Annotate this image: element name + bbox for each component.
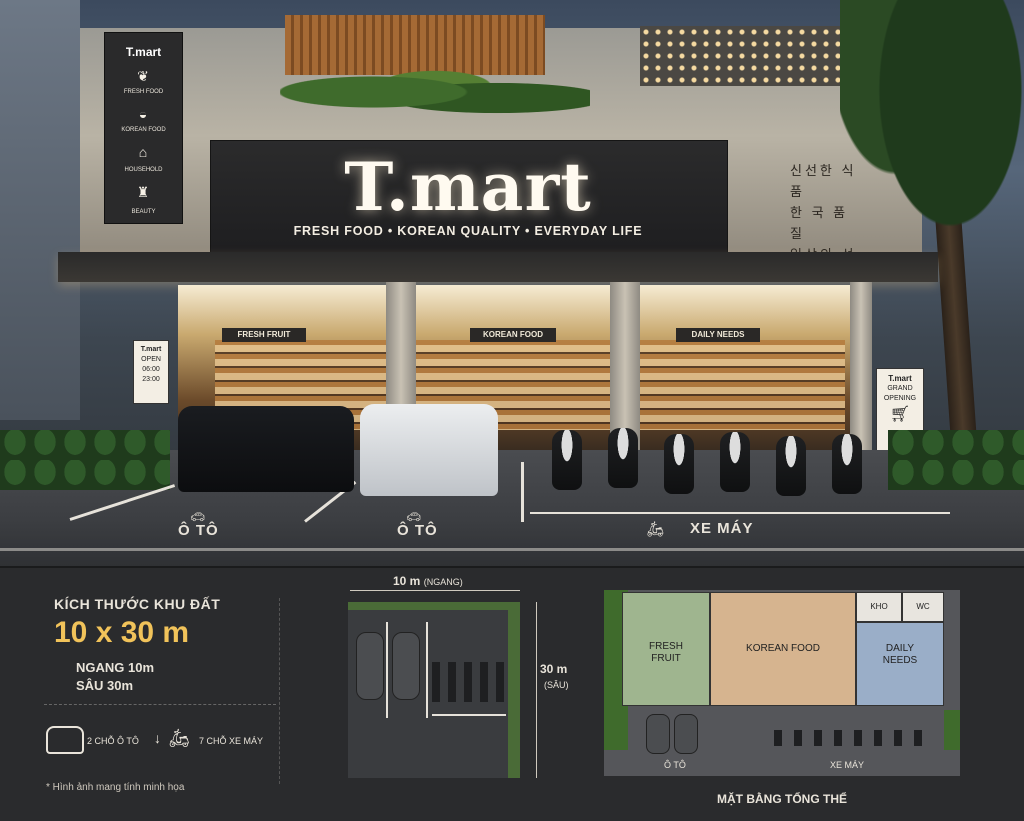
zone-sign-fresh-fruit: FRESH FRUIT [222, 328, 306, 342]
grand-board-title: T.mart [888, 374, 912, 383]
site-line [426, 622, 428, 718]
vertical-sign-item: BEAUTY [131, 209, 156, 215]
site-width-value: 10 m [393, 574, 421, 588]
site-line [386, 622, 388, 718]
hours-open-label: OPEN [141, 356, 161, 363]
opening-hours-board: T.mart OPEN 06:00 23:00 [133, 340, 169, 404]
divider [44, 704, 276, 706]
floor-hedge [944, 710, 960, 750]
dimension-line [536, 602, 537, 778]
hanging-plants [280, 68, 590, 128]
zone-storage: KHO [856, 592, 902, 622]
lattice-screen [640, 26, 850, 86]
motorbike [552, 430, 582, 490]
storefront-rendering: T.mart ❦ FRESH FOOD ◒ KOREAN FOOD ⌂ HOUS… [0, 0, 1024, 566]
motorbike [832, 434, 862, 494]
zone-sign-korean-food: KOREAN FOOD [470, 328, 556, 342]
motorbike [608, 428, 638, 488]
parking-label-moto: XE MÁY [690, 520, 754, 537]
site-car [392, 632, 420, 700]
site-hedge [508, 602, 520, 778]
site-motorbikes [432, 662, 506, 702]
motorbike [664, 434, 694, 494]
scooter-icon: 🛵︎ [168, 728, 191, 748]
scooter-icon: 🛵︎ [646, 521, 666, 538]
floor-plan: FRESH FRUIT KOREAN FOOD KHO WC DAILY NEE… [604, 590, 960, 776]
vertical-sign-item: HOUSEHOLD [124, 167, 163, 173]
store-brand: T.mart [344, 148, 592, 226]
vertical-sign-title: T.mart [125, 45, 162, 59]
zone-daily-needs: DAILY NEEDS [856, 622, 944, 706]
floor-car [646, 714, 670, 754]
house-icon: ⌂ [138, 144, 148, 160]
motorbike [720, 432, 750, 492]
floor-motorbikes [774, 730, 934, 746]
wood-ceiling [285, 15, 545, 75]
zone-label: FRESH [649, 641, 683, 652]
site-depth-value: 30 m [540, 662, 568, 676]
car-icon [46, 726, 84, 754]
zone-fresh-fruit: FRESH FRUIT [622, 592, 710, 706]
vertical-sign-item: FRESH FOOD [123, 89, 164, 95]
site-depth-sub: (SÂU) [544, 680, 569, 690]
grand-board-line: OPENING [883, 395, 917, 402]
bottle-icon: ♜ [136, 184, 150, 200]
land-depth: SÂU 30m [76, 678, 134, 693]
dimension-line [350, 590, 520, 591]
floor-car [674, 714, 698, 754]
site-car [356, 632, 384, 700]
korean-line: 신선한 식품 [790, 163, 857, 199]
zone-label: DAILY [885, 643, 915, 654]
hours-close-time: 23:00 [142, 376, 160, 383]
hours-open-time: 06:00 [142, 366, 160, 373]
leaf-icon: ❦ [137, 68, 149, 84]
parking-label-car: Ô TÔ [178, 522, 219, 539]
black-car [178, 406, 354, 492]
bowl-icon: ◒ [138, 106, 148, 122]
site-width-label: 10 m (NGANG) [393, 574, 463, 588]
car-spots: 2 CHỖ Ô TÔ [87, 736, 139, 746]
arrow-down-icon: ↓ [154, 730, 161, 746]
hours-board-title: T.mart [140, 346, 162, 353]
vertical-sign-item: KOREAN FOOD [121, 127, 166, 133]
store-tagline: FRESH FOOD • KOREAN QUALITY • EVERYDAY L… [293, 224, 643, 238]
zone-label: KOREAN FOOD [746, 643, 820, 654]
motorbike [776, 436, 806, 496]
site-line [432, 714, 506, 716]
floor-plan-caption: MẶT BẰNG TỔNG THỂ [717, 792, 847, 806]
hedge-right [888, 430, 1024, 490]
parking-label-car: Ô TÔ [397, 522, 438, 539]
vertical-store-sign: T.mart ❦ FRESH FOOD ◒ KOREAN FOOD ⌂ HOUS… [104, 32, 183, 224]
site-hedge [348, 602, 520, 610]
zone-restroom: WC [902, 592, 944, 622]
land-width: NGANG 10m [76, 660, 155, 675]
info-panel: KÍCH THƯỚC KHU ĐẤT 10 x 30 m NGANG 10m S… [0, 566, 1024, 821]
land-size-value: 10 x 30 m [54, 616, 190, 649]
entrance-canopy [58, 252, 938, 282]
zone-label: FRUIT [651, 653, 681, 664]
grand-board-line: GRAND [887, 385, 913, 392]
parking-line [530, 512, 950, 514]
site-width-sub: (NGANG) [423, 577, 463, 587]
floor-moto-label: XE MÁY [830, 760, 865, 770]
zone-sign-daily-needs: DAILY NEEDS [676, 328, 760, 342]
cart-icon: 🛒︎ [889, 406, 911, 423]
zone-label: NEEDS [882, 655, 918, 666]
site-plan [348, 602, 520, 778]
white-car [360, 404, 498, 496]
hedge-left [0, 430, 170, 490]
neighbor-building [0, 0, 80, 420]
parking-line [521, 462, 524, 522]
illustration-note: * Hình ảnh mang tính minh họa [46, 782, 185, 793]
land-size-heading: KÍCH THƯỚC KHU ĐẤT [54, 596, 221, 612]
floor-car-label: Ô TÔ [664, 760, 686, 770]
divider [279, 598, 281, 784]
zone-korean-food: KOREAN FOOD [710, 592, 856, 706]
moto-spots: 7 CHỖ XE MÁY [199, 736, 264, 746]
korean-line: 한 국 품 질 [790, 205, 849, 241]
curb-line [0, 548, 1024, 551]
